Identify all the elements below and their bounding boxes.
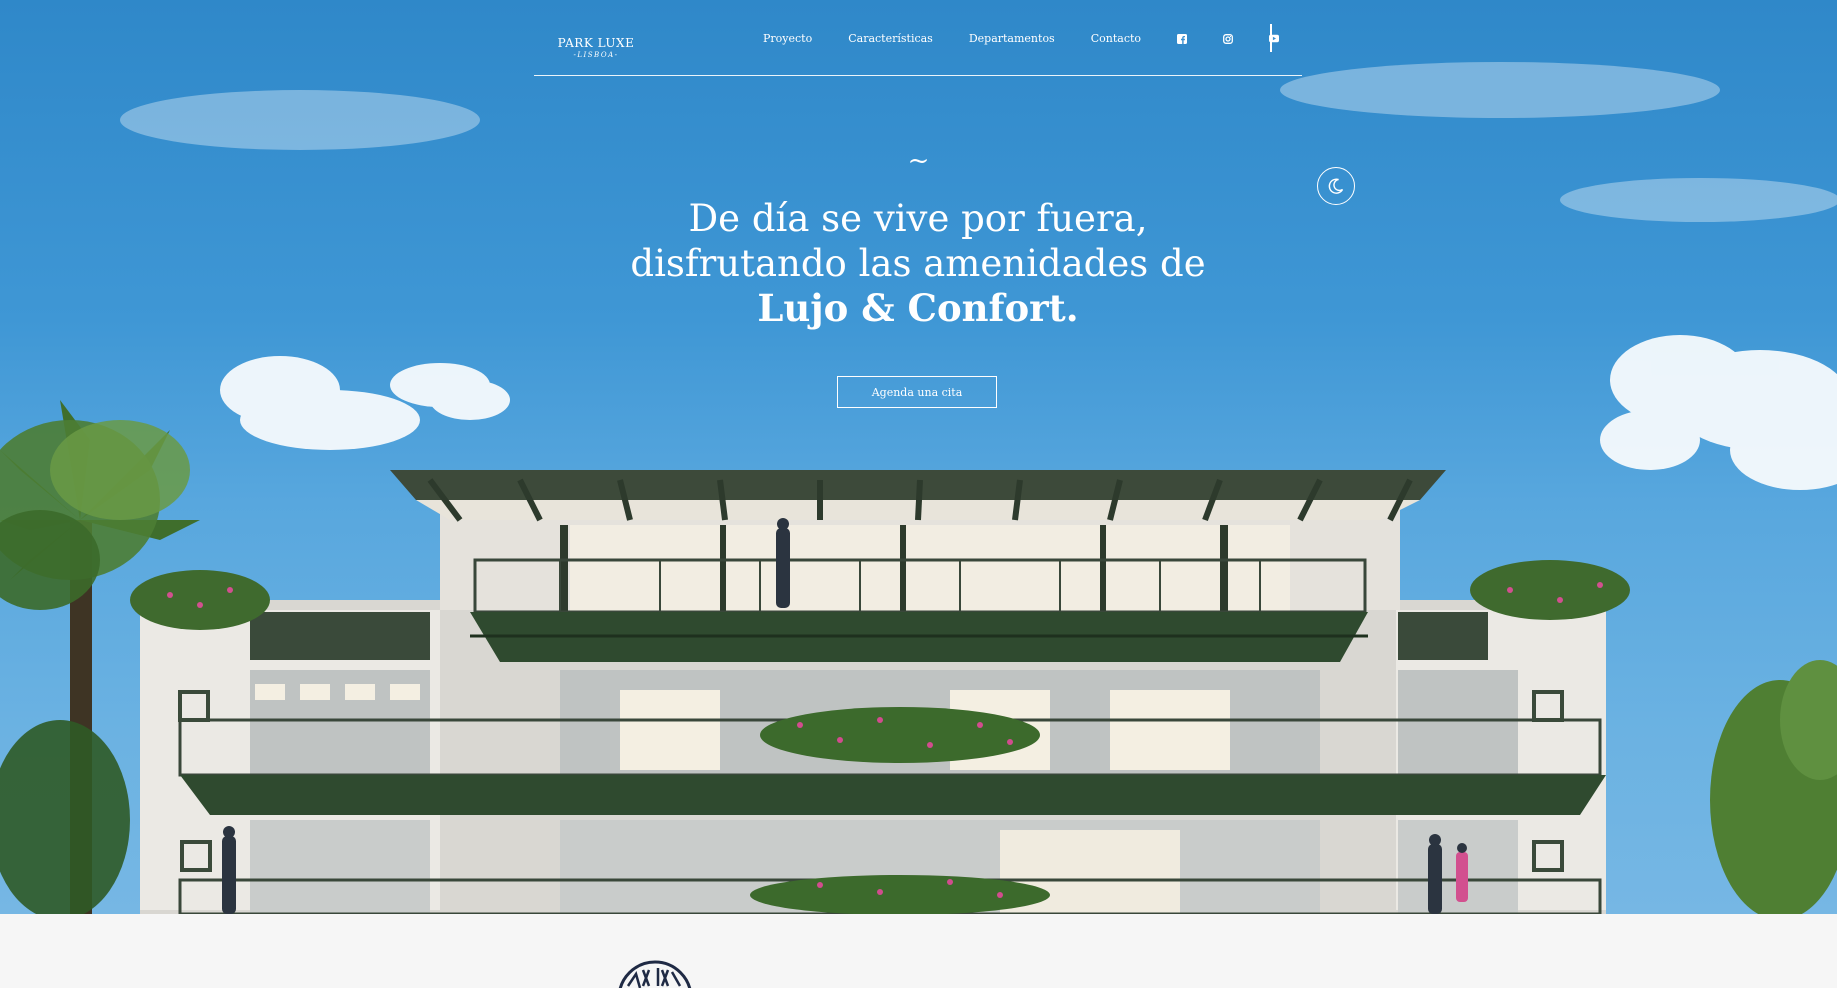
headline-line-2: disfrutando las amenidades de (630, 242, 1206, 285)
right-trees (1710, 660, 1837, 914)
hero-headline: De día se vive por fuera, disfrutando la… (518, 196, 1318, 331)
schedule-appointment-button[interactable]: Agenda una cita (837, 376, 997, 408)
moon-icon (1328, 178, 1344, 194)
headline-line-1: De día se vive por fuera, (688, 197, 1148, 240)
nav-link-caracteristicas[interactable]: Características (848, 32, 933, 45)
main-nav: Proyecto Características Departamentos C… (763, 32, 1315, 45)
headline-strong: Lujo & Confort. (757, 286, 1079, 330)
nav-link-departamentos[interactable]: Departamentos (969, 32, 1055, 45)
hero-tilde: ~ (907, 146, 930, 176)
instagram-icon[interactable] (1223, 33, 1233, 44)
logo-name: PARK LUXE (557, 36, 635, 50)
next-section (0, 914, 1837, 988)
nav-link-proyecto[interactable]: Proyecto (763, 32, 812, 45)
page: PARK LUXE -LISBOA- Proyecto Característi… (0, 0, 1837, 988)
clouds (220, 335, 1837, 490)
facebook-icon[interactable] (1177, 33, 1188, 44)
building (130, 470, 1630, 914)
hero-building-illustration (0, 62, 1837, 914)
emblem-logo (616, 960, 694, 988)
nav-link-contacto[interactable]: Contacto (1091, 32, 1141, 45)
site-logo[interactable]: PARK LUXE -LISBOA- (548, 36, 644, 60)
site-header: PARK LUXE -LISBOA- Proyecto Característi… (534, 0, 1302, 76)
logo-subtitle: -LISBOA- (573, 51, 619, 59)
nav-divider (1270, 24, 1272, 52)
hero-section: PARK LUXE -LISBOA- Proyecto Característi… (0, 0, 1837, 914)
